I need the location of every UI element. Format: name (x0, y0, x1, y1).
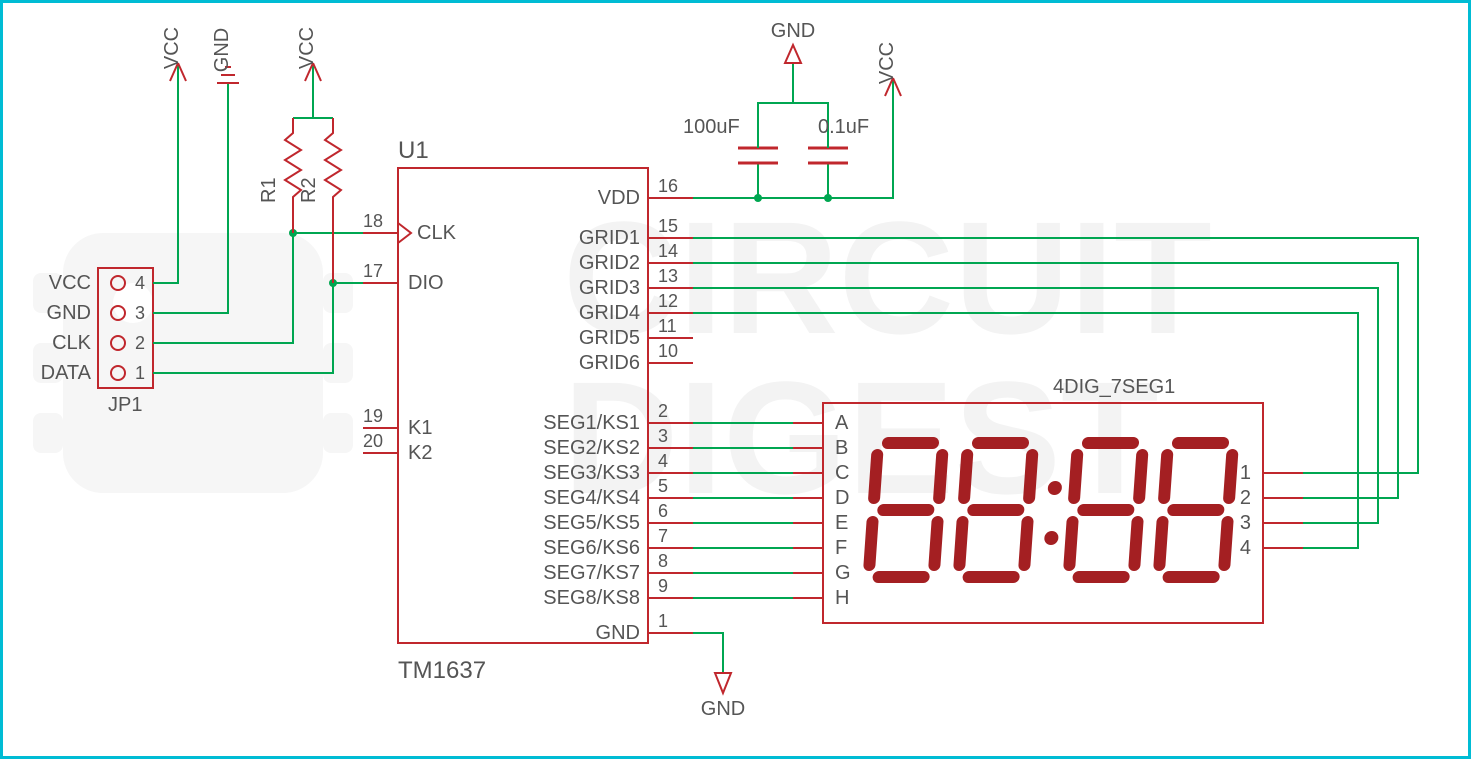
ic-gnd-net: GND (693, 633, 745, 720)
svg-text:GRID3: GRID3 (579, 277, 640, 299)
ic-part: TM1637 (398, 657, 486, 684)
gnd-num: 1 (658, 611, 668, 631)
svg-text:F: F (835, 537, 847, 559)
svg-text:8: 8 (658, 551, 668, 571)
jp1-pin2-num: 2 (135, 333, 145, 353)
svg-text:GRID6: GRID6 (579, 352, 640, 374)
svg-text:3: 3 (1240, 512, 1251, 534)
svg-text:1: 1 (1240, 462, 1251, 484)
jp1-pin3-lbl: GND (47, 302, 91, 324)
jp1-pin4-lbl: VCC (49, 272, 91, 294)
net-gnd-1: GND (211, 28, 233, 72)
gnd-lbl: GND (596, 622, 640, 644)
k1-lbl: K1 (408, 417, 432, 439)
clk-lbl: CLK (417, 222, 457, 244)
clk-num: 18 (363, 211, 383, 231)
k1-num: 19 (363, 406, 383, 426)
net-vcc-1: VCC (161, 27, 183, 69)
svg-text:5: 5 (658, 476, 668, 496)
svg-text:SEG8/KS8: SEG8/KS8 (543, 587, 640, 609)
svg-text:GRID2: GRID2 (579, 252, 640, 274)
vdd-lbl: VDD (598, 187, 640, 209)
jp1-pin3-num: 3 (135, 303, 145, 323)
svg-text:13: 13 (658, 266, 678, 286)
ic-ref: U1 (398, 137, 429, 164)
svg-text:10: 10 (658, 341, 678, 361)
svg-text:SEG3/KS3: SEG3/KS3 (543, 462, 640, 484)
svg-text:G: G (835, 562, 851, 584)
svg-text:D: D (835, 487, 849, 509)
svg-text:12: 12 (658, 291, 678, 311)
jp1-ref: JP1 (108, 394, 142, 416)
svg-text:7: 7 (658, 526, 668, 546)
svg-text:6: 6 (658, 501, 668, 521)
svg-text:4: 4 (658, 451, 668, 471)
svg-text:GRID1: GRID1 (579, 227, 640, 249)
svg-text:GRID4: GRID4 (579, 302, 640, 324)
svg-text:SEG4/KS4: SEG4/KS4 (543, 487, 640, 509)
svg-text:2: 2 (1240, 487, 1251, 509)
jp1-pin1-num: 1 (135, 363, 145, 383)
svg-text:11: 11 (658, 316, 677, 336)
svg-text:E: E (835, 512, 848, 534)
svg-text:SEG1/KS1: SEG1/KS1 (543, 412, 640, 434)
c1-val: 100uF (683, 116, 740, 138)
dio-lbl: DIO (408, 272, 444, 294)
svg-text:GRID5: GRID5 (579, 327, 640, 349)
svg-text:14: 14 (658, 241, 678, 261)
jp1-pin1-lbl: DATA (41, 362, 92, 384)
jp1-pin2-lbl: CLK (52, 332, 92, 354)
k2-num: 20 (363, 431, 383, 451)
display-ref: 4DIG_7SEG1 (1053, 376, 1175, 398)
svg-text:SEG2/KS2: SEG2/KS2 (543, 437, 640, 459)
svg-text:3: 3 (658, 426, 668, 446)
svg-text:2: 2 (658, 401, 668, 421)
vdd-net: GND 100uF 0.1uF VCC (683, 20, 901, 202)
net-vcc-3: VCC (876, 42, 898, 84)
schematic-frame: CIRCUIT DIGEST 4 3 2 1 VCC GND CLK DATA … (0, 0, 1471, 759)
r2-label: R2 (298, 177, 320, 203)
svg-text:SEG7/KS7: SEG7/KS7 (543, 562, 640, 584)
net-gnd-2: GND (701, 698, 745, 720)
svg-text:SEG5/KS5: SEG5/KS5 (543, 512, 640, 534)
r1-label: R1 (258, 177, 280, 203)
dio-num: 17 (363, 261, 383, 281)
net-gnd-3: GND (771, 20, 815, 42)
net-vcc-2: VCC (296, 27, 318, 69)
svg-text:B: B (835, 437, 848, 459)
svg-text:C: C (835, 462, 849, 484)
svg-text:H: H (835, 587, 849, 609)
svg-text:A: A (835, 412, 849, 434)
svg-text:9: 9 (658, 576, 668, 596)
vdd-num: 16 (658, 176, 678, 196)
jp1-pin4-num: 4 (135, 273, 145, 293)
svg-text:15: 15 (658, 216, 678, 236)
k2-lbl: K2 (408, 442, 432, 464)
c2-val: 0.1uF (818, 116, 869, 138)
svg-text:SEG6/KS6: SEG6/KS6 (543, 537, 640, 559)
svg-text:4: 4 (1240, 537, 1251, 559)
